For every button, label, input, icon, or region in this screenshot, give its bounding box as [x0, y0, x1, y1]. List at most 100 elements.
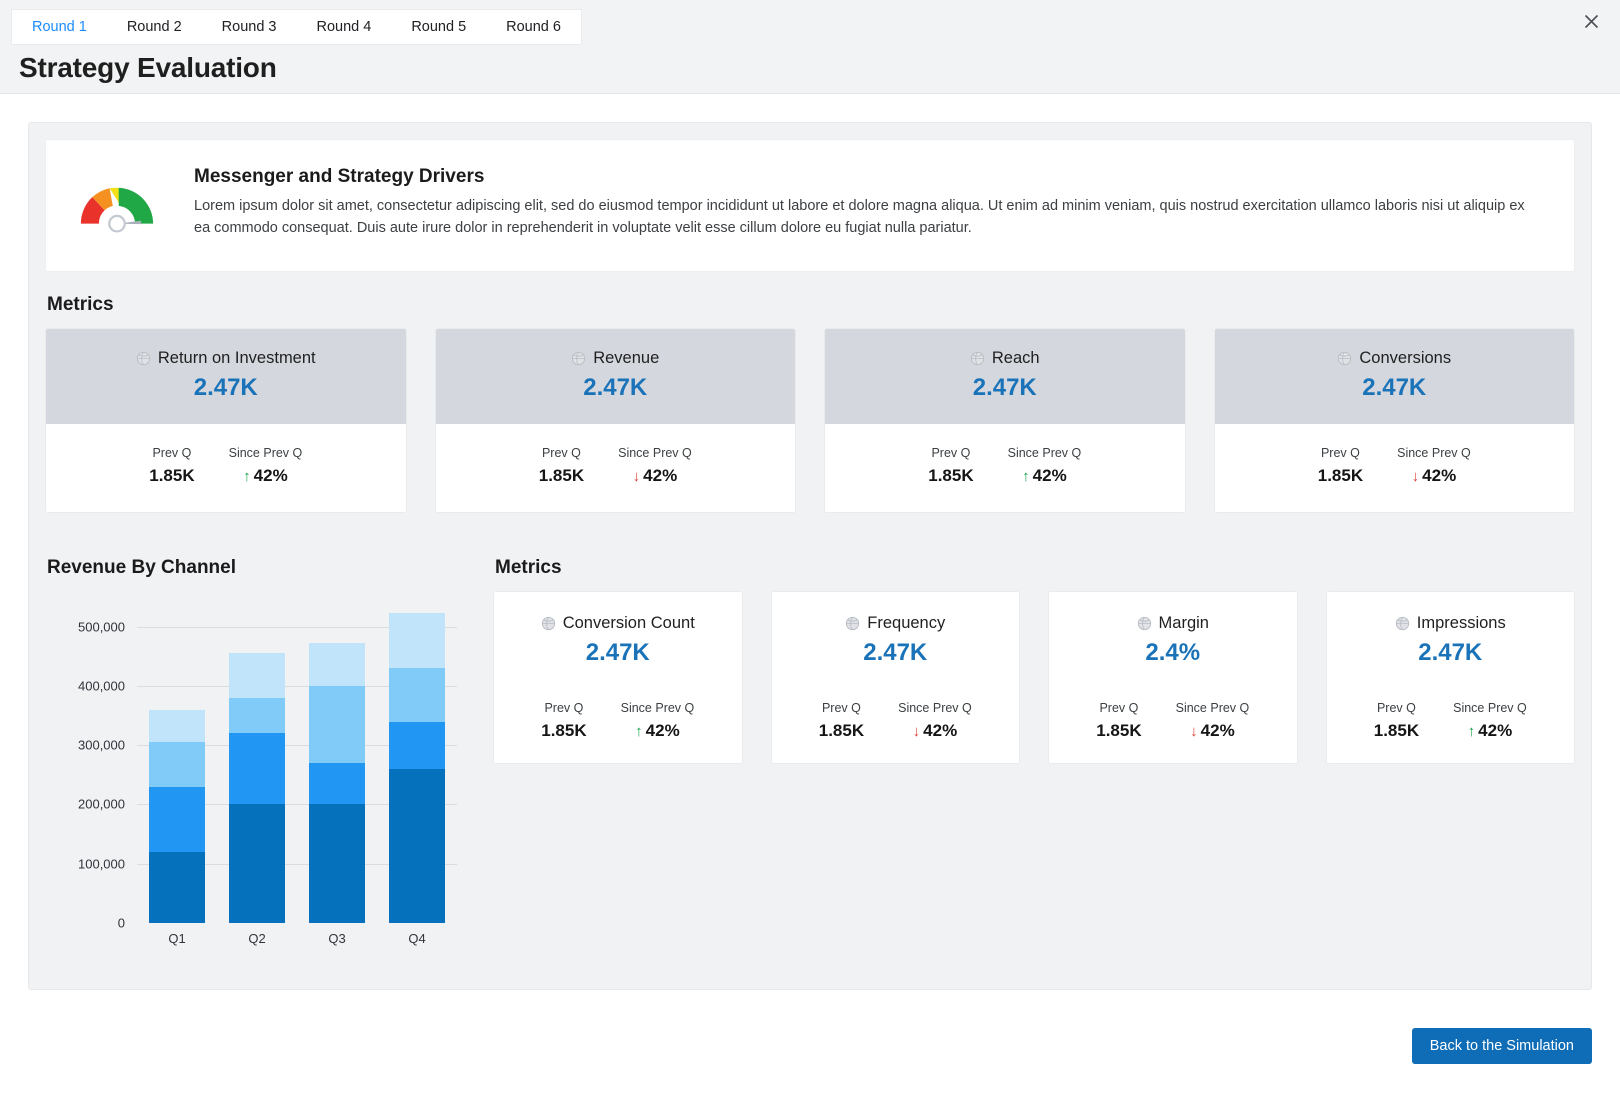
chart-bar-segment [149, 786, 205, 852]
metric-card-label: Conversions [1359, 349, 1452, 367]
metric-card-header: Impressions 2.47K [1326, 592, 1574, 681]
tab-round-6[interactable]: Round 6 [486, 10, 581, 44]
metric-card-header: Return on Investment 2.47K [46, 329, 406, 424]
metric-card-label: Return on Investment [157, 349, 316, 367]
trend-percent: 42% [1422, 466, 1457, 485]
since-prev-quarter-label: Since Prev Q [618, 446, 692, 460]
chart-y-tick-label: 200,000 [78, 796, 125, 812]
chart-bar-segment [149, 710, 205, 743]
close-icon[interactable] [1578, 8, 1604, 34]
metric-card[interactable]: Conversion Count 2.47K Prev Q 1.85K Since Pr… [493, 591, 743, 764]
chart-stacked-bar[interactable] [389, 613, 445, 923]
since-prev-quarter-value: ↓ 42% [1397, 466, 1471, 486]
chart-heading: Revenue By Channel [47, 557, 236, 578]
chart-stacked-bar[interactable] [309, 642, 365, 923]
since-prev-quarter-label: Since Prev Q [228, 446, 303, 460]
prev-quarter-value: 1.85K [541, 721, 587, 740]
tab-label: Round 5 [411, 19, 467, 35]
tab-round-3[interactable]: Round 3 [202, 10, 297, 44]
tab-round-2[interactable]: Round 2 [107, 10, 202, 44]
prev-quarter-stat: Prev Q 1.85K [541, 701, 586, 741]
metric-card-body: Prev Q 1.85K Since Prev Q ↓ 42% [1214, 424, 1574, 512]
chart-x-axis: Q1 Q2 Q3 Q4 [137, 931, 457, 946]
banner-description: Lorem ipsum dolor sit amet, consectetur … [194, 198, 1525, 236]
metric-card-header: Conversions 2.47K [1214, 329, 1574, 424]
prev-quarter-value: 1.85K [1096, 721, 1142, 740]
chart-bar-segment [309, 763, 365, 805]
prev-quarter-stat: Prev Q 1.85K [928, 446, 973, 486]
chart-bar-segment [309, 685, 365, 764]
chart-bar-slot [377, 603, 457, 923]
metric-card[interactable]: Conversions 2.47K Prev Q 1.85K Since Prev Q ↓… [1213, 328, 1575, 513]
tab-round-5[interactable]: Round 5 [391, 10, 486, 44]
metric-card-body: Prev Q 1.85K Since Prev Q ↑ 42% [1326, 681, 1574, 763]
metric-card-label-row: Impressions [1335, 614, 1567, 633]
trend-percent: 42% [1032, 466, 1067, 485]
trend-percent: 42% [643, 466, 678, 485]
chart-bar-segment [309, 642, 365, 686]
metric-card-value: 2.47K [1418, 639, 1483, 666]
prev-quarter-value: 1.85K [1373, 721, 1420, 740]
footer-area: Back to the Simulation [28, 1002, 1592, 1064]
prev-quarter-stat: Prev Q 1.85K [539, 446, 584, 486]
metric-card-header: Margin 2.4% [1049, 592, 1297, 681]
metric-card-label-row: Conversions [1223, 349, 1567, 368]
metrics-column-2: Metrics Conversion Count 2.47K Prev Q 1.85K… [493, 535, 1575, 961]
chart-bar-segment [229, 733, 285, 805]
prev-quarter-stat: Prev Q 1.85K [149, 446, 194, 486]
chart-bar-segment [389, 768, 445, 923]
prev-quarter-label: Prev Q [544, 701, 584, 715]
globe-icon [1137, 616, 1151, 631]
globe-icon [1395, 616, 1409, 631]
tab-label: Round 6 [506, 19, 561, 35]
metric-card[interactable]: Revenue 2.47K Prev Q 1.85K Since Prev Q ↓ 42% [434, 328, 796, 513]
since-prev-quarter-label: Since Prev Q [1175, 701, 1250, 715]
since-prev-quarter-value: ↓ 42% [1176, 721, 1250, 741]
prev-quarter-value: 1.85K [149, 466, 195, 485]
since-prev-quarter-stat: Since Prev Q ↓ 42% [1397, 446, 1471, 486]
metric-card[interactable]: Impressions 2.47K Prev Q 1.85K Since Prev Q ↑… [1325, 591, 1575, 764]
chart-y-tick-label: 100,000 [78, 856, 125, 872]
prev-quarter-stat: Prev Q 1.85K [1374, 701, 1419, 741]
since-prev-quarter-value: ↑ 42% [621, 721, 695, 741]
chart-y-tick-label: 300,000 [78, 737, 125, 753]
globe-icon [970, 351, 985, 366]
since-prev-quarter-value: ↑ 42% [229, 466, 303, 486]
prev-quarter-label: Prev Q [1099, 701, 1139, 715]
chart-bar-segment [149, 851, 205, 923]
metric-card[interactable]: Reach 2.47K Prev Q 1.85K Since Prev Q ↑ 42% [824, 328, 1186, 513]
prev-quarter-label: Prev Q [1376, 701, 1416, 715]
close-icon-glyph [1584, 14, 1598, 28]
metric-card[interactable]: Frequency 2.47K Prev Q 1.85K Since Prev Q ↓ 42… [770, 591, 1020, 764]
prev-quarter-label: Prev Q [1320, 446, 1360, 460]
back-to-simulation-button[interactable]: Back to the Simulation [1411, 1028, 1592, 1064]
since-prev-quarter-label: Since Prev Q [1007, 446, 1082, 460]
trend-percent: 42% [923, 721, 958, 740]
metric-card-label-row: Frequency [780, 614, 1012, 633]
lower-section: Revenue By Channel 0 100,000 200,000 300,00… [45, 535, 1575, 961]
metric-card[interactable]: Margin 2.4% Prev Q 1.85K Since Prev Q ↓ 42% [1048, 591, 1298, 764]
since-prev-quarter-label: Since Prev Q [1453, 701, 1527, 715]
since-prev-quarter-stat: Since Prev Q ↓ 42% [898, 701, 972, 741]
chart-stacked-bar[interactable] [229, 652, 285, 923]
since-prev-quarter-label: Since Prev Q [1397, 446, 1471, 460]
tab-round-4[interactable]: Round 4 [296, 10, 391, 44]
since-prev-quarter-value: ↓ 42% [618, 466, 692, 486]
tab-round-1[interactable]: Round 1 [12, 10, 107, 44]
metric-card-label-row: Return on Investment [54, 349, 398, 368]
chart-bar-segment [389, 721, 445, 769]
metrics-card-row-2: Conversion Count 2.47K Prev Q 1.85K Since Pr… [493, 591, 1575, 764]
prev-quarter-value: 1.85K [538, 466, 585, 485]
gauge-icon [80, 187, 154, 233]
chart-bar-segment [309, 804, 365, 923]
chart-bar-slot [137, 603, 217, 923]
globe-icon [846, 616, 860, 631]
metric-card[interactable]: Return on Investment 2.47K Prev Q 1.85K Sinc… [45, 328, 407, 513]
chart-x-tick-label: Q1 [168, 931, 186, 946]
metric-card-value: 2.4% [1145, 639, 1201, 666]
globe-icon [1338, 351, 1352, 366]
chart-bars [137, 603, 457, 923]
chart-stacked-bar[interactable] [149, 710, 205, 923]
prev-quarter-stat: Prev Q 1.85K [1318, 446, 1363, 486]
trend-up-arrow-icon: ↑ [635, 723, 643, 740]
